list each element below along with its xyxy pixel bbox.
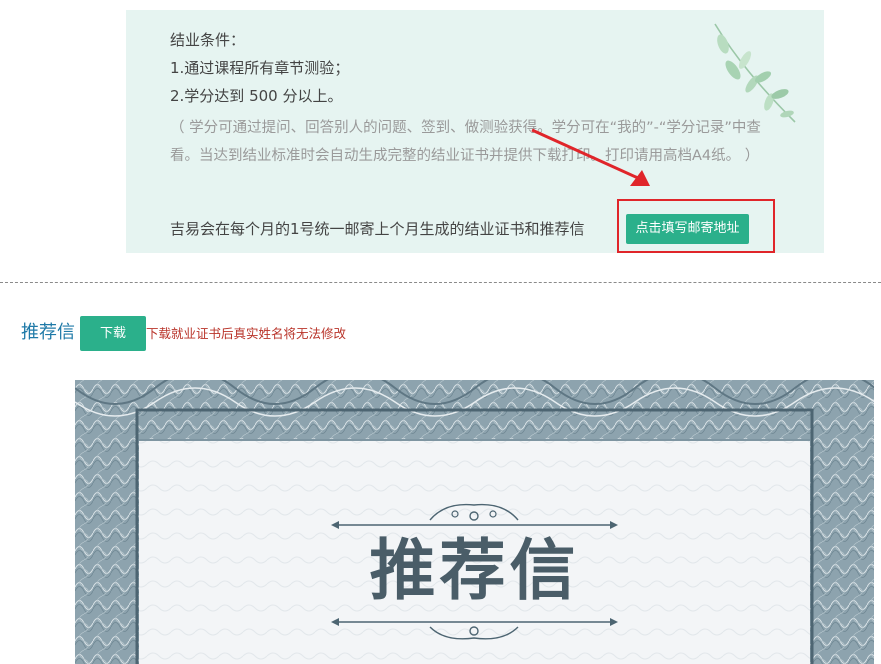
section-title-recommendation: 推荐信 [21,322,75,343]
credits-note: （ 学分可通过提问、回答别人的问题、签到、做测验获得。学分可在“我的”-“学分记… [170,120,761,164]
arrow-pointer-icon [531,128,650,186]
mail-notice: 吉易会在每个月的1号统一邮寄上个月生成的结业证书和推荐信 [170,220,585,238]
fill-mailing-address-button[interactable]: 点击填写邮寄地址 [626,214,749,244]
graduation-heading: 结业条件： [170,31,246,49]
dashed-divider [0,282,881,283]
certificate-title: 推荐信 [369,531,580,609]
download-button[interactable]: 下载 [80,316,146,351]
condition-chapters: 1.通过课程所有章节测验； [170,59,350,77]
certificate-preview [75,380,874,664]
condition-credits: 2.学分达到 500 分以上。 [170,87,343,105]
download-warning: 下载就业证书后真实姓名将无法修改 [146,326,347,341]
leaf-decoration-icon [714,23,796,123]
